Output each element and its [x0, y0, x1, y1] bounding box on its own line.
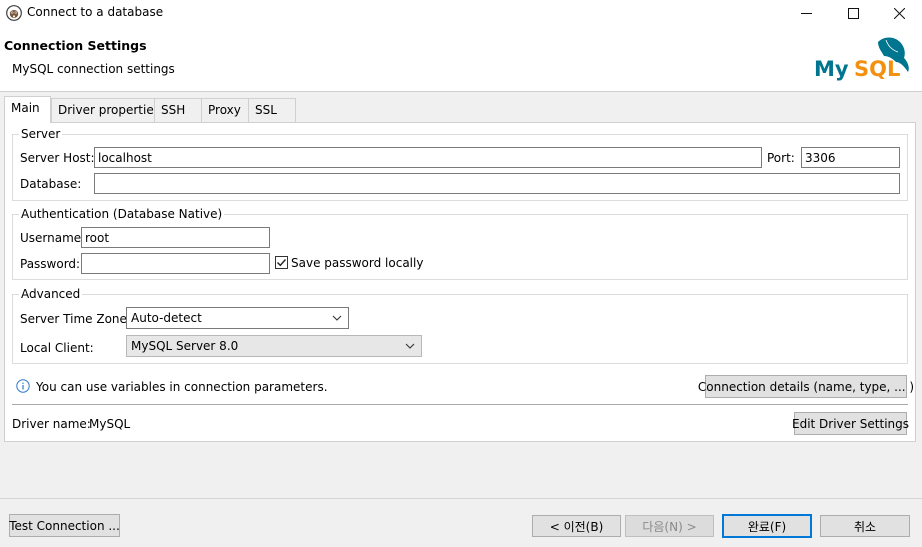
- separator: [12, 404, 908, 405]
- close-icon: [893, 7, 905, 19]
- mysql-logo: My SQL: [814, 37, 909, 81]
- footer-separator: [0, 498, 922, 499]
- info-icon: [16, 379, 30, 393]
- username-input[interactable]: [81, 227, 270, 248]
- authentication-group-label: Authentication (Database Native): [19, 207, 225, 221]
- wizard-header: Connection Settings MySQL connection set…: [0, 26, 922, 92]
- server-time-zone-value: Auto-detect: [131, 311, 202, 325]
- password-input[interactable]: [81, 253, 270, 274]
- cancel-button-label: 취소: [853, 519, 877, 534]
- back-button[interactable]: < 이전(B): [532, 515, 621, 537]
- edit-driver-settings-button-label: Edit Driver Settings: [792, 416, 910, 431]
- tab-main-label: Main: [11, 101, 40, 115]
- finish-button-label: 완료(F): [747, 519, 787, 534]
- svg-text:My: My: [814, 57, 849, 81]
- server-host-input[interactable]: [94, 147, 762, 168]
- port-label: Port:: [767, 151, 795, 165]
- edit-driver-settings-button[interactable]: Edit Driver Settings: [792, 412, 910, 435]
- window-title: Connect to a database: [27, 5, 164, 19]
- save-password-label[interactable]: Save password locally: [291, 256, 423, 270]
- tab-ssl-label: SSL: [255, 103, 277, 117]
- server-time-zone-label: Server Time Zone:: [20, 312, 131, 326]
- page-title: Connection Settings: [4, 38, 147, 53]
- database-input[interactable]: [94, 173, 900, 194]
- minimize-button[interactable]: [783, 0, 829, 26]
- driver-name-value: MySQL: [89, 417, 131, 431]
- svg-text:SQL: SQL: [854, 57, 900, 81]
- chevron-down-icon: [405, 343, 415, 349]
- advanced-group-label: Advanced: [19, 287, 83, 301]
- tab-driver-properties[interactable]: Driver properties: [51, 98, 160, 122]
- back-button-label: < 이전(B): [549, 519, 604, 534]
- tab-proxy-label: Proxy: [208, 103, 241, 117]
- password-label: Password:: [20, 257, 81, 271]
- maximize-button[interactable]: [830, 0, 876, 26]
- port-input[interactable]: [801, 147, 900, 168]
- page-subtitle: MySQL connection settings: [12, 62, 175, 76]
- next-button[interactable]: 다음(N) >: [625, 515, 714, 537]
- local-client-value: MySQL Server 8.0: [131, 339, 239, 353]
- local-client-select[interactable]: MySQL Server 8.0: [126, 335, 422, 357]
- variables-info-text: You can use variables in connection para…: [36, 380, 328, 394]
- local-client-label: Local Client:: [20, 341, 94, 355]
- driver-name-label: Driver name:: [12, 417, 91, 431]
- server-time-zone-select[interactable]: Auto-detect: [126, 307, 349, 329]
- finish-button[interactable]: 완료(F): [722, 514, 812, 538]
- maximize-icon: [847, 7, 859, 19]
- server-host-label: Server Host:: [20, 151, 95, 165]
- next-button-label: 다음(N) >: [642, 519, 697, 534]
- tab-ssh[interactable]: SSH: [154, 98, 202, 122]
- tab-proxy[interactable]: Proxy: [201, 98, 249, 122]
- tab-main[interactable]: Main: [4, 96, 51, 123]
- minimize-icon: [800, 12, 812, 14]
- tab-ssl[interactable]: SSL: [248, 98, 296, 122]
- connection-details-button-label: Connection details (name, type, ... ): [697, 379, 915, 394]
- title-bar: Connect to a database: [0, 0, 922, 26]
- dbeaver-app-icon: [6, 5, 22, 21]
- server-group-label: Server: [19, 127, 63, 141]
- checkmark-icon: [277, 259, 287, 267]
- cancel-button[interactable]: 취소: [820, 515, 910, 537]
- save-password-checkbox[interactable]: [275, 256, 288, 269]
- test-connection-button[interactable]: Test Connection ...: [9, 514, 120, 537]
- database-label: Database:: [20, 177, 82, 191]
- tab-ssh-label: SSH: [161, 103, 186, 117]
- test-connection-button-label: Test Connection ...: [9, 518, 120, 533]
- connection-details-button[interactable]: Connection details (name, type, ... ): [698, 375, 914, 398]
- username-label: Username:: [20, 231, 86, 245]
- chevron-down-icon: [332, 315, 342, 321]
- close-button[interactable]: [876, 0, 922, 26]
- tab-driver-properties-label: Driver properties: [58, 103, 160, 117]
